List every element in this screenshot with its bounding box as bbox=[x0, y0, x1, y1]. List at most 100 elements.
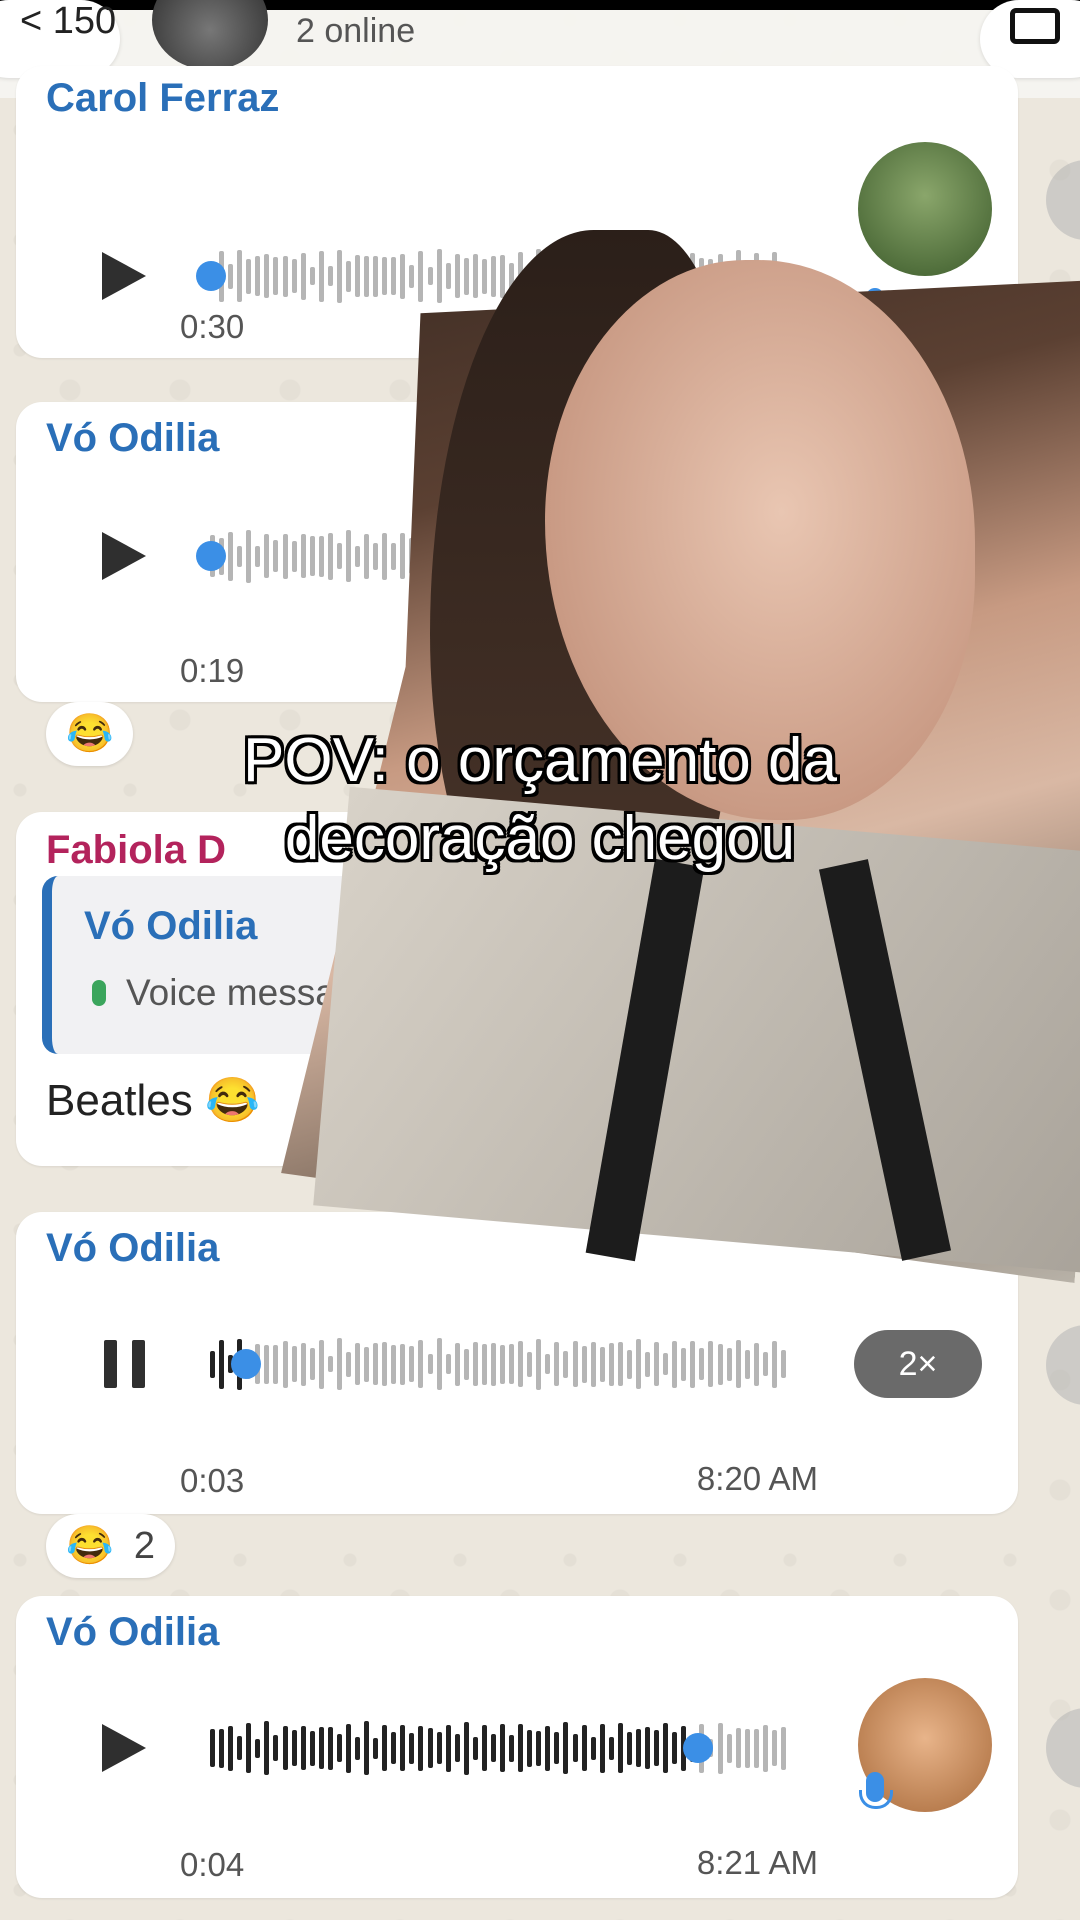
waveform-bar bbox=[291, 1730, 297, 1766]
waveform-bar bbox=[364, 1721, 370, 1775]
sender-name: Carol Ferraz bbox=[46, 76, 280, 120]
sender-avatar[interactable] bbox=[858, 142, 992, 276]
waveform-bar bbox=[726, 1733, 732, 1763]
waveform-bar bbox=[463, 1348, 469, 1380]
waveform-bar bbox=[300, 534, 306, 578]
waveform-bar bbox=[273, 257, 279, 295]
waveform-bar bbox=[527, 1729, 533, 1767]
duration-label: 0:19 bbox=[180, 652, 245, 689]
waveform-bar bbox=[336, 1338, 342, 1390]
waveform-bar bbox=[273, 540, 279, 572]
playback-position-handle[interactable] bbox=[683, 1733, 714, 1763]
waveform-bar bbox=[654, 1342, 660, 1386]
waveform-bar bbox=[527, 1351, 533, 1377]
waveform-bar bbox=[599, 1346, 605, 1382]
waveform-bar bbox=[364, 1346, 370, 1382]
waveform-bar bbox=[355, 255, 360, 297]
waveform-bar bbox=[409, 1732, 415, 1764]
waveform-bar bbox=[490, 255, 496, 297]
waveform-bar bbox=[382, 1725, 388, 1771]
play-icon[interactable] bbox=[102, 1724, 146, 1772]
waveform-bar bbox=[654, 1730, 660, 1766]
waveform-bar bbox=[780, 1726, 786, 1770]
waveform-bar bbox=[364, 533, 370, 579]
waveform-bar bbox=[771, 1730, 777, 1766]
waveform-bar bbox=[472, 1342, 478, 1386]
play-icon[interactable] bbox=[102, 252, 146, 300]
waveform-bar bbox=[418, 250, 424, 302]
waveform-bar bbox=[264, 1344, 270, 1384]
waveform-bar bbox=[717, 1722, 723, 1774]
waveform-bar bbox=[581, 1345, 587, 1383]
playback-position-handle[interactable] bbox=[196, 261, 226, 291]
waveform-bar bbox=[355, 1343, 360, 1385]
waveform-bar bbox=[771, 1340, 777, 1388]
waveform[interactable] bbox=[196, 1718, 816, 1778]
waveform-bar bbox=[373, 255, 379, 297]
waveform-bar bbox=[382, 257, 388, 295]
waveform-bar bbox=[581, 1725, 587, 1771]
waveform-bar bbox=[554, 1342, 560, 1386]
waveform-bar bbox=[626, 1731, 632, 1765]
group-avatar[interactable] bbox=[152, 0, 268, 70]
waveform-bar bbox=[445, 1354, 451, 1374]
waveform-bar bbox=[282, 1340, 288, 1388]
pause-icon[interactable] bbox=[104, 1340, 148, 1388]
waveform-bar bbox=[635, 1339, 641, 1389]
waveform-bar bbox=[717, 1343, 723, 1385]
waveform-bar bbox=[264, 1721, 270, 1775]
quoted-text: Voice messa bbox=[126, 972, 336, 1013]
waveform-bar bbox=[608, 1342, 614, 1386]
waveform-bar bbox=[445, 263, 451, 289]
waveform-bar bbox=[364, 255, 370, 297]
waveform-bar bbox=[509, 1344, 515, 1384]
microphone-icon bbox=[92, 980, 106, 1006]
duration-label: 0:03 bbox=[180, 1462, 245, 1499]
waveform-bar bbox=[463, 257, 469, 295]
waveform-bar bbox=[690, 1340, 696, 1388]
waveform-bar bbox=[336, 1734, 342, 1762]
waveform-bar bbox=[672, 1732, 678, 1764]
playback-position-handle[interactable] bbox=[196, 541, 226, 571]
reaction-count: 2 bbox=[133, 1525, 156, 1567]
waveform-bar bbox=[255, 256, 261, 296]
waveform[interactable] bbox=[196, 1334, 816, 1394]
waveform-bar bbox=[572, 1341, 578, 1387]
waveform-bar bbox=[237, 250, 243, 302]
waveform-bar bbox=[327, 1726, 333, 1770]
reaction-badge[interactable]: 😂 bbox=[46, 702, 134, 766]
waveform-bar bbox=[699, 1348, 705, 1380]
waveform-bar bbox=[454, 1734, 460, 1762]
laughing-emoji-icon: 😂 bbox=[66, 1525, 114, 1567]
waveform-bar bbox=[590, 1341, 596, 1387]
play-icon[interactable] bbox=[102, 532, 146, 580]
timestamp: 8:21 AM bbox=[696, 1844, 818, 1881]
waveform-bar bbox=[463, 1721, 469, 1775]
voice-message: Vó Odilia 2× 0:03 8:20 AM bbox=[16, 1212, 1018, 1514]
waveform-bar bbox=[273, 1735, 279, 1761]
waveform-bar bbox=[210, 1350, 215, 1378]
sender-name: Vó Odilia bbox=[46, 416, 220, 460]
waveform-bar bbox=[291, 540, 297, 572]
playback-speed-button[interactable]: 2× bbox=[854, 1330, 982, 1398]
waveform-bar bbox=[735, 1340, 741, 1388]
waveform-bar bbox=[726, 1347, 732, 1381]
waveform-bar bbox=[409, 264, 415, 288]
waveform-bar bbox=[572, 1734, 578, 1762]
waveform-bar bbox=[545, 1725, 551, 1771]
waveform-bar bbox=[345, 260, 351, 292]
waveform-bar bbox=[255, 1738, 261, 1758]
playback-position-handle[interactable] bbox=[230, 1349, 261, 1379]
waveform-bar bbox=[490, 1342, 496, 1386]
waveform-bar bbox=[518, 1724, 524, 1772]
waveform-bar bbox=[336, 543, 342, 569]
waveform-bar bbox=[300, 252, 306, 300]
waveform-bar bbox=[228, 1725, 234, 1771]
reaction-badge[interactable]: 😂 2 bbox=[46, 1514, 176, 1578]
waveform-bar bbox=[608, 1736, 614, 1760]
caption-line-2: decoração chegou bbox=[284, 804, 796, 873]
waveform-bar bbox=[282, 255, 288, 297]
waveform-bar bbox=[663, 1723, 669, 1773]
waveform-bar bbox=[246, 529, 252, 583]
waveform-bar bbox=[400, 1725, 406, 1771]
